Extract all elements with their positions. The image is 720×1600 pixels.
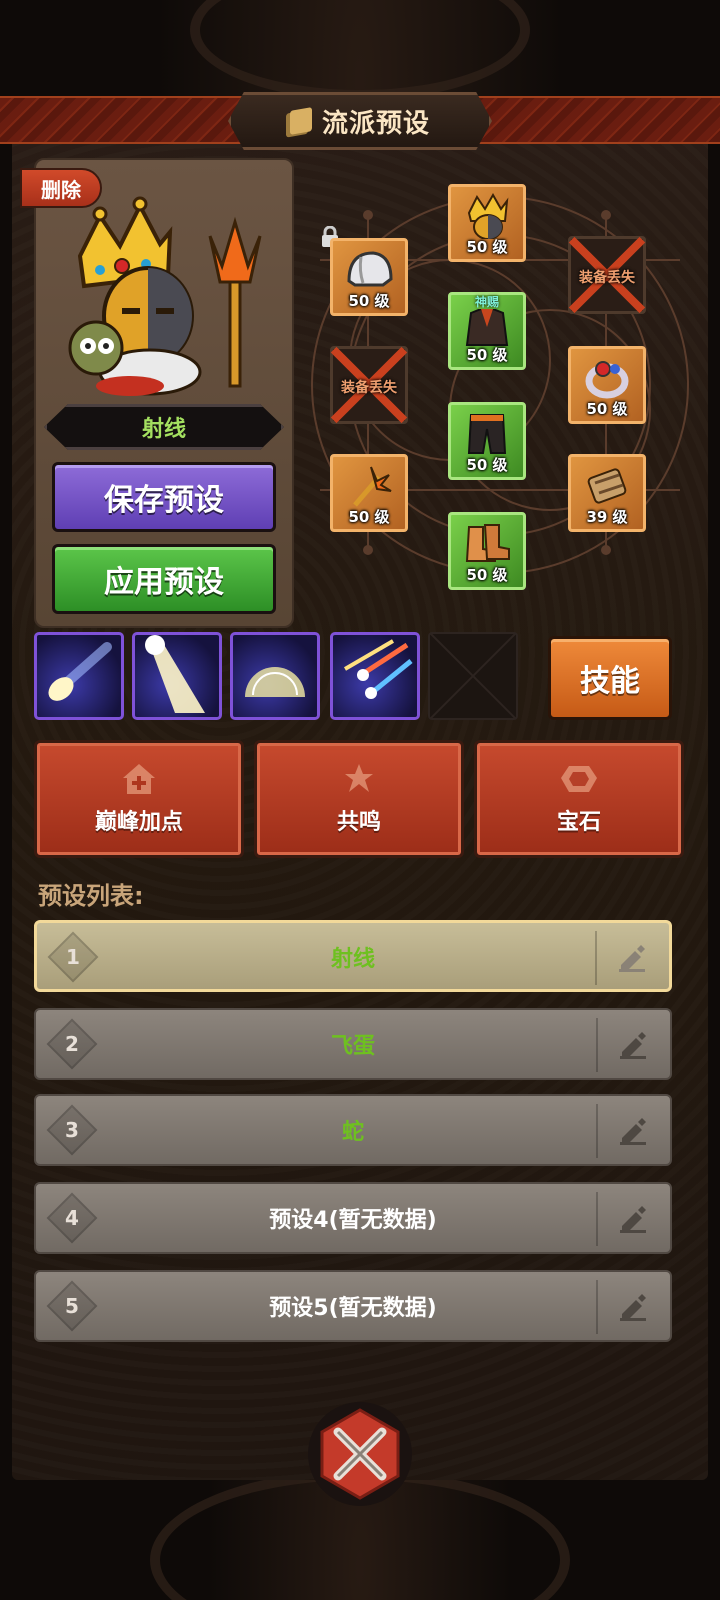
preset-list-title: 预设列表: <box>38 882 144 910</box>
armor-icon <box>465 309 509 346</box>
row-divider <box>596 1192 598 1246</box>
edit-pencil-icon[interactable] <box>618 1292 648 1322</box>
edit-pencil-icon[interactable] <box>618 1030 648 1060</box>
equip-slot-crown[interactable]: 50 级 <box>448 184 526 262</box>
equip-slot-weapon[interactable]: 50 级 <box>330 454 408 532</box>
dome-shield-skill-icon <box>245 667 305 697</box>
star-burst-icon <box>345 764 373 792</box>
row-divider <box>596 1018 598 1072</box>
pants-icon <box>467 414 507 454</box>
save-preset-button[interactable]: 保存预设 <box>52 462 276 532</box>
preset-row-2[interactable]: 2 飞蛋 <box>34 1008 672 1080</box>
title-plate: 流派预设 <box>228 92 492 150</box>
ring-icon <box>585 361 629 399</box>
hero-portrait <box>68 196 262 396</box>
preset-row-3[interactable]: 3 蛇 <box>34 1094 672 1166</box>
gem-icon <box>561 766 597 792</box>
trident-icon <box>353 466 392 507</box>
preset-name: 预设4(暂无数据) <box>269 1208 437 1233</box>
equip-slot-armor[interactable]: 神赐 50 级 <box>448 292 526 370</box>
light-beam-skill-icon <box>145 635 205 713</box>
resonance-button[interactable]: 共鸣 <box>254 740 464 858</box>
edit-pencil-icon[interactable] <box>618 1204 648 1234</box>
page-title: 流派预设 <box>321 108 430 139</box>
comet-skill-icon <box>48 642 112 701</box>
helmet-icon <box>347 251 393 287</box>
skill-slot-empty[interactable] <box>428 632 518 720</box>
divine-tag: 神赐 <box>474 295 499 309</box>
edit-pencil-icon[interactable] <box>617 943 647 973</box>
book-icon <box>289 107 312 135</box>
skill-slot-1[interactable] <box>34 632 124 720</box>
equip-slot-pants[interactable]: 50 级 <box>448 402 526 480</box>
gem-button[interactable]: 宝石 <box>474 740 684 858</box>
boots-icon <box>465 524 510 562</box>
row-divider <box>596 1104 598 1158</box>
apply-preset-button[interactable]: 应用预设 <box>52 544 276 614</box>
equip-slot-helmet[interactable]: 50 级 <box>330 238 408 316</box>
equip-slot-bracer[interactable]: 39 级 <box>568 454 646 532</box>
skill-slot-2[interactable] <box>132 632 222 720</box>
preset-row-5[interactable]: 5 预设5(暂无数据) <box>34 1270 672 1342</box>
preset-name: 射线 <box>330 947 375 972</box>
preset-row-4[interactable]: 4 预设4(暂无数据) <box>34 1182 672 1254</box>
peak-points-button[interactable]: 巅峰加点 <box>34 740 244 858</box>
preset-name: 飞蛋 <box>330 1034 375 1059</box>
preset-name: 蛇 <box>341 1120 364 1145</box>
equip-slot-boots[interactable]: 50 级 <box>448 512 526 590</box>
meteor-shower-skill-icon <box>343 639 413 699</box>
skill-slot-3[interactable] <box>230 632 320 720</box>
bracer-icon <box>587 468 627 504</box>
edit-pencil-icon[interactable] <box>618 1116 648 1146</box>
crown-mask-icon <box>467 193 509 239</box>
skill-slot-4[interactable] <box>330 632 420 720</box>
preset-name: 预设5(暂无数据) <box>269 1296 437 1321</box>
equip-slot-ring[interactable]: 50 级 <box>568 346 646 424</box>
equip-slot-lost-2[interactable]: 装备丢失 <box>330 346 408 424</box>
skills-button[interactable]: 技能 <box>548 636 672 720</box>
row-divider <box>596 1280 598 1334</box>
row-divider <box>595 931 597 985</box>
preset-row-1[interactable]: 1 射线 <box>34 920 672 992</box>
close-button[interactable] <box>306 1400 414 1508</box>
preset-name-plate: 射线 <box>44 404 284 450</box>
house-plus-icon <box>123 764 155 794</box>
equip-slot-lost-1[interactable]: 装备丢失 <box>568 236 646 314</box>
